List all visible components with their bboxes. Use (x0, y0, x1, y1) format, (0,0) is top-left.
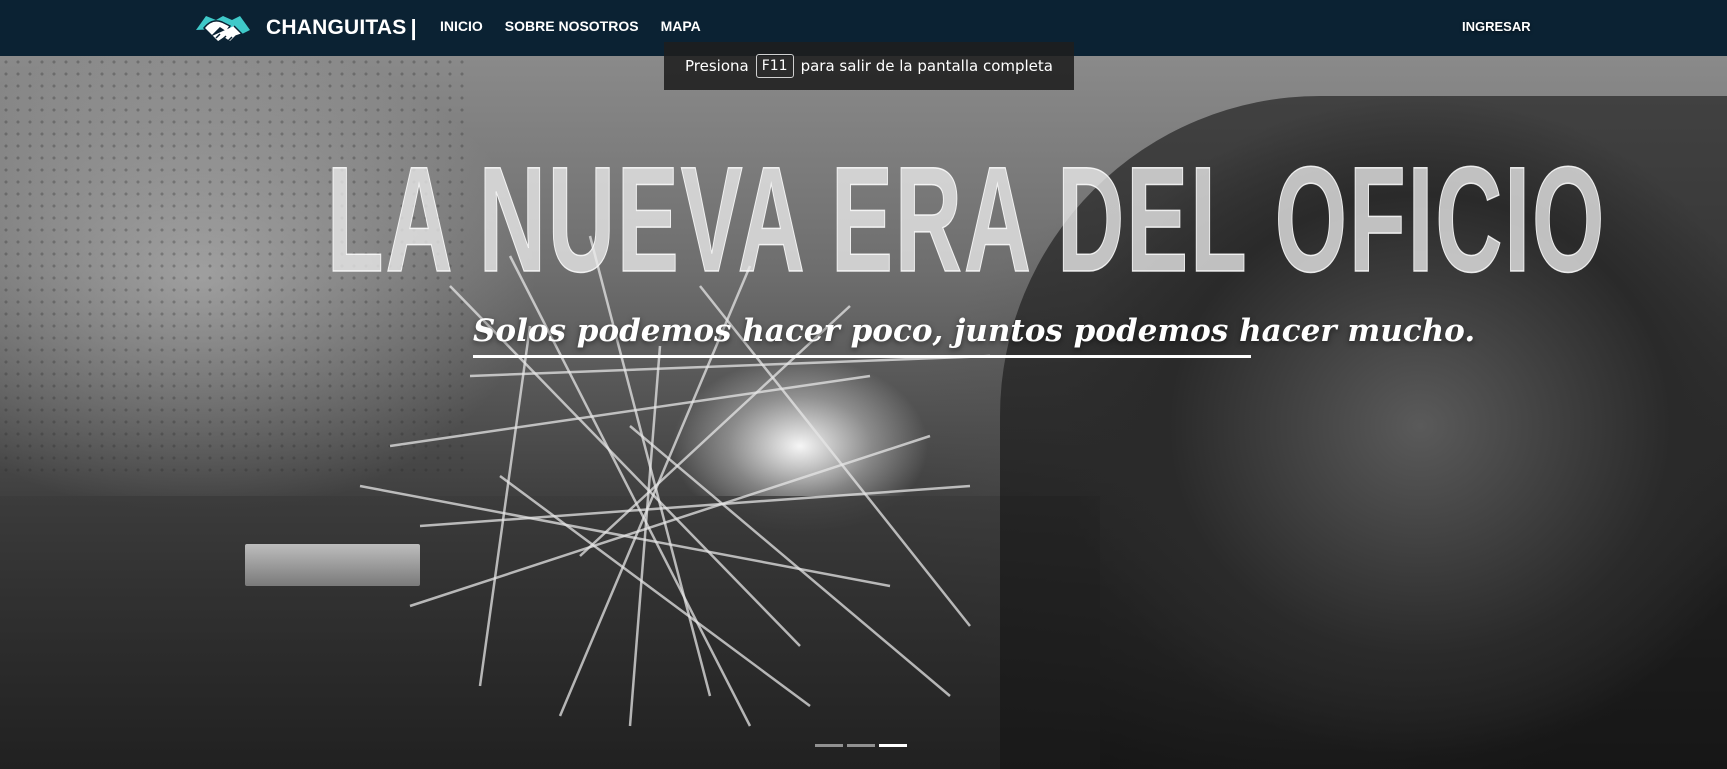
carousel-indicators (815, 744, 911, 747)
nav-link-mapa[interactable]: MAPA (661, 18, 701, 34)
nav-link-inicio[interactable]: INICIO (440, 18, 483, 34)
hero-title: LA NUEVA ERA DEL OFICIO (326, 135, 1607, 303)
fullscreen-exit-toast: Presiona F11 para salir de la pantalla c… (664, 42, 1074, 90)
nav-links: INICIO SOBRE NOSOTROS MAPA (440, 18, 723, 34)
toast-prefix: Presiona (685, 57, 749, 75)
brand[interactable]: CHANGUITAS | (192, 8, 417, 48)
brand-name: CHANGUITAS (266, 16, 407, 39)
carousel-indicator-3[interactable] (879, 744, 907, 747)
toast-suffix: para salir de la pantalla completa (800, 57, 1053, 75)
carousel-indicator-1[interactable] (815, 744, 843, 747)
nav-link-sobre-nosotros[interactable]: SOBRE NOSOTROS (505, 18, 639, 34)
handshake-icon (196, 16, 250, 43)
carousel-indicator-2[interactable] (847, 744, 875, 747)
hero-subtitle: Solos podemos hacer poco, juntos podemos… (473, 313, 1475, 358)
hero-carousel: LA NUEVA ERA DEL OFICIO Solos podemos ha… (0, 56, 1727, 769)
login-link[interactable]: INGRESAR (1462, 19, 1531, 34)
brand-separator: | (410, 15, 417, 40)
f11-key: F11 (755, 54, 794, 78)
hero-background-metal-sculpture (359, 235, 991, 727)
